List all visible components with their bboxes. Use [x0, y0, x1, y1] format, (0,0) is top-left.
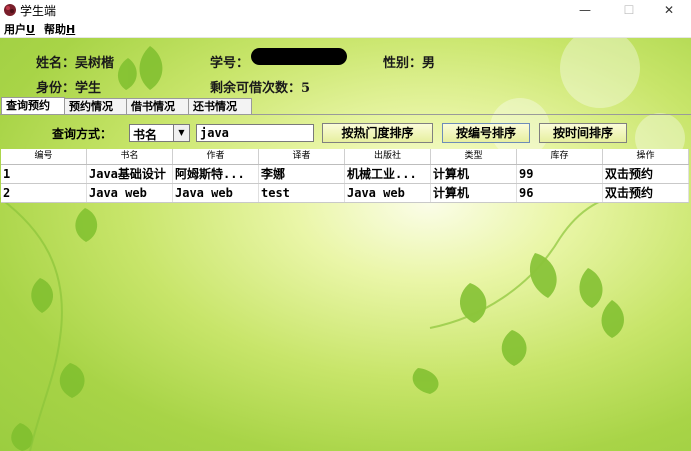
table-cell[interactable]: 阿姆斯特...: [173, 165, 259, 183]
minimize-button[interactable]: —: [567, 0, 603, 20]
tab-returned[interactable]: 还书情况: [188, 98, 252, 114]
student-gender: 性别：男: [383, 56, 436, 71]
table-cell[interactable]: 计算机: [431, 184, 517, 202]
table-cell[interactable]: Java基础设计: [87, 165, 173, 183]
search-input[interactable]: [196, 124, 314, 142]
window-title: 学生端: [20, 4, 57, 18]
tab-reservations[interactable]: 预约情况: [64, 98, 128, 114]
student-name: 姓名：吴树楷: [36, 56, 115, 71]
column-header[interactable]: 编号: [1, 149, 87, 164]
student-role: 身份：学生: [36, 81, 102, 96]
table-cell[interactable]: 李娜: [259, 165, 345, 183]
menu-bar: 用户U 帮助H: [0, 20, 691, 38]
sort-by-popularity-button[interactable]: 按热门度排序: [322, 123, 433, 143]
table-cell[interactable]: Java web: [87, 184, 173, 202]
reserve-action-cell[interactable]: 双击预约: [603, 184, 689, 202]
reserve-action-cell[interactable]: 双击预约: [603, 165, 689, 183]
redacted-student-id: [251, 48, 347, 65]
column-header[interactable]: 出版社: [345, 149, 431, 164]
column-header[interactable]: 作者: [173, 149, 259, 164]
tab-divider: [0, 114, 691, 115]
tab-query-reserve[interactable]: 查询预约: [1, 97, 65, 114]
menu-user[interactable]: 用户U: [4, 21, 35, 37]
table-cell[interactable]: test: [259, 184, 345, 202]
table-cell[interactable]: 99: [517, 165, 603, 183]
maximize-button[interactable]: ☐: [611, 0, 647, 20]
search-mode-select[interactable]: 书名 ▼: [129, 124, 190, 142]
table-cell[interactable]: 96: [517, 184, 603, 202]
app-icon: [4, 4, 16, 16]
table-cell[interactable]: 计算机: [431, 165, 517, 183]
sort-by-id-button[interactable]: 按编号排序: [442, 123, 530, 143]
table-cell[interactable]: 机械工业...: [345, 165, 431, 183]
menu-help[interactable]: 帮助H: [44, 21, 75, 37]
search-mode-value: 书名: [133, 128, 158, 142]
table-cell[interactable]: Java web: [345, 184, 431, 202]
chevron-down-icon[interactable]: ▼: [173, 125, 189, 141]
tab-borrowed[interactable]: 借书情况: [126, 98, 190, 114]
remaining-borrows: 剩余可借次数：5: [210, 81, 311, 96]
column-header[interactable]: 译者: [259, 149, 345, 164]
main-panel: 姓名：吴树楷 学号： 性别：男 身份：学生 剩余可借次数：5 查询预约 预约情况…: [0, 38, 691, 451]
table-header: 编号 书名 作者 译者 出版社 类型 库存 操作: [1, 149, 689, 165]
title-bar[interactable]: 学生端 — ☐ ✕: [0, 0, 691, 20]
close-button[interactable]: ✕: [651, 0, 687, 20]
app-window: 学生端 — ☐ ✕ 用户U 帮助H 姓名：吴树楷 学号： 性别：男 身份：学生 …: [0, 0, 691, 451]
table-cell[interactable]: 1: [1, 165, 87, 183]
column-header[interactable]: 操作: [603, 149, 689, 164]
table-cell[interactable]: Java web: [173, 184, 259, 202]
table-cell[interactable]: 2: [1, 184, 87, 202]
table-row[interactable]: 1 Java基础设计 阿姆斯特... 李娜 机械工业... 计算机 99 双击预…: [1, 165, 689, 184]
column-header[interactable]: 书名: [87, 149, 173, 164]
student-id-label: 学号：: [210, 56, 250, 71]
table-row[interactable]: 2 Java web Java web test Java web 计算机 96…: [1, 184, 689, 203]
column-header[interactable]: 库存: [517, 149, 603, 164]
search-mode-label: 查询方式：: [52, 127, 113, 141]
column-header[interactable]: 类型: [431, 149, 517, 164]
sort-by-time-button[interactable]: 按时间排序: [539, 123, 627, 143]
